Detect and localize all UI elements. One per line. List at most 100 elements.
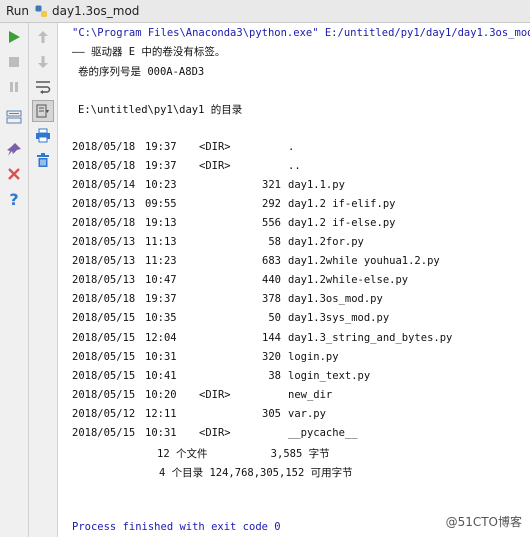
up-stack-button[interactable] (33, 27, 53, 47)
listing-date: 2018/05/13 (72, 198, 136, 211)
listing-date: 2018/05/15 (72, 388, 136, 401)
listing-time: 11:13 (145, 236, 177, 249)
listing-date: 2018/05/18 (72, 141, 136, 153)
listing-time: 10:23 (145, 179, 177, 192)
listing-time: 12:11 (145, 407, 177, 420)
listing-date: 2018/05/15 (72, 426, 136, 439)
soft-wrap-button[interactable] (33, 77, 53, 97)
listing-time: 12:04 (145, 331, 177, 344)
help-button[interactable]: ? (4, 189, 24, 209)
listing-name: new_dir (288, 388, 333, 401)
pause-icon (10, 82, 18, 92)
listing-name: day1.2while youhua1.2.py (288, 255, 440, 268)
listing-size: 292 (262, 198, 281, 211)
listing-size: 556 (262, 217, 281, 230)
console-output[interactable]: "C:\Program Files\Anaconda3\python.exe" … (58, 23, 530, 537)
listing-size: 38 (268, 369, 281, 382)
listing-date: 2018/05/18 (72, 160, 136, 173)
python-file-icon (35, 5, 48, 18)
command-line: "C:\Program Files\Anaconda3\python.exe" … (72, 27, 530, 39)
listing-name: __pycache__ (288, 426, 358, 439)
close-button[interactable] (4, 164, 24, 184)
listing-dir-tag: <DIR> (199, 141, 231, 153)
arrow-up-icon (38, 31, 48, 43)
listing-name: day1.3_string_and_bytes.py (288, 331, 453, 344)
run-toolbar-right (29, 23, 58, 537)
listing-time: 11:23 (145, 255, 177, 268)
listing-name: day1.2for.py (288, 236, 364, 249)
run-tool-window-header: Run day1.3os_mod (0, 0, 530, 23)
listing-dir-tag: <DIR> (199, 160, 231, 173)
listing-date: 2018/05/18 (72, 217, 136, 230)
listing-size: 683 (262, 255, 281, 268)
listing-name: day1.2 if-elif.py (288, 198, 396, 211)
help-icon: ? (9, 191, 18, 207)
listing-size: 321 (262, 179, 281, 192)
run-toolbar-left: ? (0, 23, 29, 537)
restore-layout-button[interactable] (4, 107, 24, 127)
listing-name: .. (288, 160, 301, 173)
listing-name: login.py (288, 350, 339, 363)
watermark: @51CTO博客 (445, 515, 522, 529)
listing-date: 2018/05/15 (72, 350, 136, 363)
listing-dir-tag: <DIR> (199, 426, 231, 439)
listing-date: 2018/05/12 (72, 407, 136, 420)
listing-size: 305 (262, 407, 281, 420)
process-exit-line: Process finished with exit code 0 (72, 521, 281, 533)
pin-button[interactable] (4, 140, 24, 160)
scroll-to-end-button[interactable] (32, 100, 54, 122)
rerun-button[interactable] (4, 27, 24, 47)
listing-time: 19:37 (145, 141, 177, 153)
listing-time: 09:55 (145, 198, 177, 211)
wrap-icon (36, 81, 51, 94)
listing-name: day1.2while-else.py (288, 274, 409, 287)
listing-date: 2018/05/15 (72, 331, 136, 344)
listing-size: 50 (268, 312, 281, 325)
listing-time: 10:20 (145, 388, 177, 401)
print-button[interactable] (33, 125, 53, 145)
pause-button[interactable] (4, 77, 24, 97)
listing-date: 2018/05/13 (72, 236, 136, 249)
listing-name: . (288, 141, 295, 153)
listing-dir-tag: <DIR> (199, 388, 231, 401)
stop-button[interactable] (4, 52, 24, 72)
volume-label-line: —— 驱动器 E 中的卷没有标签。 (72, 46, 226, 58)
listing-date: 2018/05/15 (72, 312, 136, 325)
listing-date: 2018/05/15 (72, 369, 136, 382)
layout-icon (6, 110, 22, 124)
listing-date: 2018/05/13 (72, 255, 136, 268)
listing-time: 19:13 (145, 217, 177, 230)
listing-date: 2018/05/14 (72, 179, 136, 192)
trash-icon (37, 152, 49, 167)
listing-name: day1.3os_mod.py (288, 293, 383, 306)
directory-of-line: E:\untitled\py1\day1 的目录 (78, 104, 243, 116)
listing-date: 2018/05/18 (72, 293, 136, 306)
listing-time: 10:31 (145, 350, 177, 363)
listing-time: 19:37 (145, 160, 177, 173)
printer-icon (36, 128, 50, 142)
summary-dirs-line: 4 个目录 124,768,305,152 可用字节 (159, 467, 353, 479)
scroll-end-icon (36, 104, 49, 118)
listing-time: 10:47 (145, 274, 177, 287)
clear-all-button[interactable] (33, 150, 53, 170)
listing-name: var.py (288, 407, 326, 420)
summary-files-line: 12 个文件 3,585 字节 (157, 448, 330, 460)
listing-name: login_text.py (288, 369, 371, 382)
run-label: Run (6, 4, 30, 18)
listing-time: 10:31 (145, 426, 177, 439)
run-tab-title[interactable]: day1.3os_mod (52, 4, 139, 18)
down-stack-button[interactable] (33, 52, 53, 72)
listing-name: day1.2 if-else.py (288, 217, 396, 230)
listing-size: 378 (262, 293, 281, 306)
listing-time: 10:35 (145, 312, 177, 325)
listing-time: 19:37 (145, 293, 177, 306)
listing-size: 440 (262, 274, 281, 287)
listing-size: 144 (262, 331, 281, 344)
svg-text:?: ? (9, 191, 18, 207)
listing-size: 58 (268, 236, 281, 249)
pin-icon (7, 143, 21, 156)
listing-name: day1.1.py (288, 179, 345, 192)
volume-serial-line: 卷的序列号是 000A-A8D3 (78, 66, 205, 78)
arrow-down-icon (38, 56, 48, 68)
stop-icon (9, 57, 19, 67)
